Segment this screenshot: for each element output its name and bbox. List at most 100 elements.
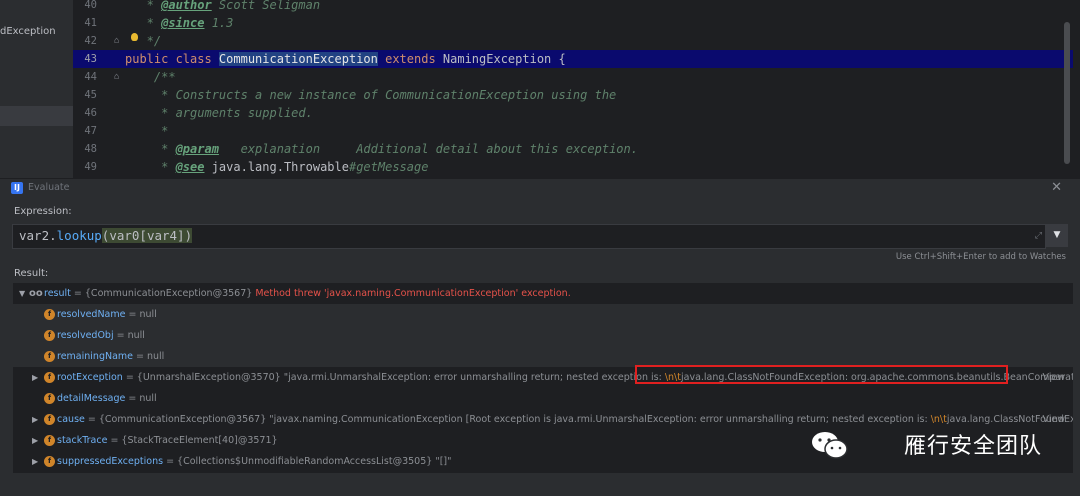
variable-name: suppressedExceptions: [57, 456, 164, 467]
tree-row-text: result = {CommunicationException@3567} M…: [44, 283, 571, 304]
variable-value: = {UnmarshalException@3570} "java.rmi.Un…: [122, 372, 665, 383]
line-number: 41: [84, 17, 97, 29]
escape-sequence: \n\t: [664, 372, 681, 383]
field-icon: f: [44, 309, 55, 320]
tree-row[interactable]: f resolvedObj = null: [13, 325, 1073, 346]
view-link[interactable]: View: [1042, 409, 1065, 430]
code-line[interactable]: 45 * Constructs a new instance of Commun…: [73, 86, 1073, 104]
code-line[interactable]: 49 * @see java.lang.Throwable#getMessage: [73, 158, 1073, 176]
line-number: 40: [84, 0, 97, 11]
expression-input[interactable]: var2.lookup(var0[var4]): [12, 224, 1046, 249]
line-number: 44: [84, 71, 97, 83]
code-text: /**: [125, 68, 176, 86]
field-icon: f: [44, 435, 55, 446]
variable-value: = {Collections$UnmodifiableRandomAccessL…: [163, 456, 452, 467]
field-icon: f: [44, 456, 55, 467]
code-line[interactable]: 48 * @param explanation Additional detai…: [73, 140, 1073, 158]
expand-arrow-icon[interactable]: ▶: [32, 430, 38, 451]
tree-row[interactable]: ▶ f cause = {CommunicationException@3567} …: [13, 409, 1073, 430]
fold-marker-icon[interactable]: ⌂: [114, 32, 119, 50]
tree-row[interactable]: ▶ f rootException = {UnmarshalException@35…: [13, 367, 1073, 388]
code-token: /**: [125, 70, 176, 84]
code-line[interactable]: 43 public class CommunicationException ex…: [73, 50, 1073, 68]
editor-scrollbar[interactable]: [1064, 22, 1070, 164]
variable-name: cause: [57, 414, 85, 425]
line-number: 45: [84, 89, 97, 101]
expand-arrow-icon[interactable]: ▶: [32, 451, 38, 472]
line-number: 49: [84, 161, 97, 173]
escape-sequence: \n\t: [930, 414, 947, 425]
code-line[interactable]: 42 */⌂: [73, 32, 1073, 50]
close-icon[interactable]: ✕: [1051, 180, 1062, 195]
project-panel: dException: [0, 0, 73, 178]
tree-row[interactable]: f remainingName = null: [13, 346, 1073, 367]
variable-name: detailMessage: [57, 393, 126, 404]
variable-name: resolvedName: [57, 309, 126, 320]
tree-row[interactable]: f detailMessage = null: [13, 388, 1073, 409]
variable-value: = null: [113, 330, 145, 341]
expand-arrow-icon[interactable]: ▶: [32, 367, 38, 388]
watch-result-icon: oo: [29, 288, 43, 299]
code-token: *: [125, 160, 176, 174]
variable-name: remainingName: [57, 351, 133, 362]
code-token: #getMessage: [348, 160, 429, 174]
line-number: 42: [84, 35, 97, 47]
result-root-row[interactable]: ▼ oo result = {CommunicationException@3567…: [13, 283, 1073, 304]
variable-name: result: [44, 288, 71, 299]
code-token: public class: [125, 52, 219, 66]
tree-row[interactable]: f resolvedName = null: [13, 304, 1073, 325]
dialog-title: Evaluate: [28, 182, 70, 193]
code-line[interactable]: 47 *: [73, 122, 1073, 140]
fold-marker-icon[interactable]: ⌂: [114, 68, 119, 86]
expand-arrow-icon[interactable]: ▶: [32, 409, 38, 430]
tree-row-text: cause = {CommunicationException@3567} "j…: [57, 409, 1073, 430]
variable-value: = null: [125, 393, 157, 404]
wechat-logo-icon: [812, 432, 848, 459]
expression-argument: (var0[var4]): [101, 228, 193, 243]
result-label: Result:: [14, 268, 49, 279]
watermark-text: 雁行安全团队: [903, 434, 1042, 459]
code-token: CommunicationException: [218, 52, 378, 66]
code-token: NamingException {: [442, 52, 566, 66]
code-token: * Constructs a new instance of Communica…: [125, 88, 617, 102]
code-token: *: [125, 0, 162, 12]
expression-text[interactable]: var2.lookup(var0[var4]): [19, 228, 193, 243]
code-token: *: [125, 16, 162, 30]
view-link[interactable]: View: [1042, 367, 1065, 388]
code-editor[interactable]: 40 * @author Scott Seligman 41 * @since 1…: [73, 0, 1080, 178]
field-icon: f: [44, 414, 55, 425]
expression-method: lookup: [56, 228, 102, 243]
expand-editor-icon[interactable]: ⤢: [1035, 231, 1042, 241]
expression-receiver: var2.: [19, 228, 57, 243]
line-number: 46: [84, 107, 97, 119]
history-dropdown-button[interactable]: ▼: [1046, 224, 1068, 247]
code-line[interactable]: 46 * arguments supplied.: [73, 104, 1073, 122]
code-text: * Constructs a new instance of Communica…: [125, 86, 616, 104]
code-line[interactable]: 40 * @author Scott Seligman: [73, 0, 1073, 14]
selected-tree-row[interactable]: [0, 106, 73, 126]
variable-value: = {StackTraceElement[40]@3571}: [107, 435, 278, 446]
collapse-arrow-icon[interactable]: ▼: [19, 283, 25, 304]
code-token: java.lang.Throwable: [204, 160, 349, 174]
line-number: 47: [84, 125, 97, 137]
code-text: * @see java.lang.Throwable#getMessage: [125, 158, 428, 176]
lightbulb-icon[interactable]: [131, 33, 138, 41]
code-text: * @since 1.3: [125, 14, 234, 32]
code-line[interactable]: 41 * @since 1.3: [73, 14, 1073, 32]
code-line[interactable]: 44 /** ⌂: [73, 68, 1073, 86]
code-token: * arguments supplied.: [125, 106, 313, 120]
code-token: @since: [161, 16, 205, 30]
field-icon: f: [44, 372, 55, 383]
add-to-watches-hint: Use Ctrl+Shift+Enter to add to Watches: [895, 252, 1066, 262]
variable-value: = null: [125, 309, 157, 320]
code-token: extends: [377, 52, 443, 66]
code-token: *: [125, 142, 176, 156]
project-tree-item[interactable]: dException: [0, 26, 56, 37]
code-token: @see: [175, 160, 205, 174]
field-icon: f: [44, 330, 55, 341]
code-token: Scott Seligman: [211, 0, 321, 12]
dialog-title-bar[interactable]: IJ Evaluate ✕: [0, 179, 1080, 199]
field-icon: f: [44, 393, 55, 404]
intellij-icon: IJ: [11, 182, 23, 194]
line-number: 43: [84, 53, 97, 65]
